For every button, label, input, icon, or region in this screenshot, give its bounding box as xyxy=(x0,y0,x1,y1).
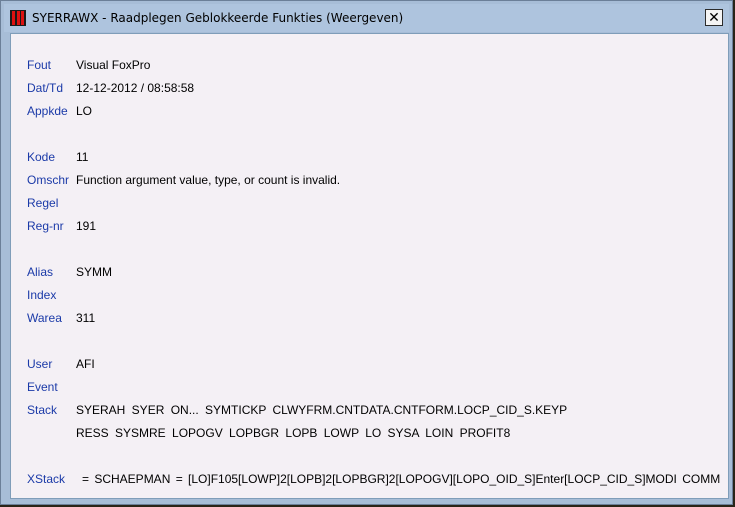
xstack-label: XStack xyxy=(27,472,66,486)
dattd-label: Dat/Td xyxy=(27,81,64,95)
stack-value-line2: RESS SYSMRE LOPOGV LOPBGR LOPB LOWP LO S… xyxy=(76,426,511,440)
close-button[interactable]: ✕ xyxy=(705,9,723,26)
regnr-label: Reg-nr xyxy=(27,219,64,233)
event-label: Event xyxy=(27,380,58,394)
fout-label: Fout xyxy=(27,58,52,72)
alias-value: SYMM xyxy=(76,265,112,279)
window-title: SYERRAWX - Raadplegen Geblokkeerde Funkt… xyxy=(32,11,404,25)
regel-label: Regel xyxy=(27,196,59,210)
kode-value: 11 xyxy=(76,150,89,164)
user-label: User xyxy=(27,357,53,371)
appkde-value: LO xyxy=(76,104,93,118)
app-icon xyxy=(10,10,26,26)
field-xstack: XStack = SCHAEPMAN = [LO]F105[LOWP]2[LOP… xyxy=(27,472,720,486)
omschr-label: Omschr xyxy=(27,173,69,187)
stack-label: Stack xyxy=(27,403,58,417)
error-dialog-window: SYERRAWX - Raadplegen Geblokkeerde Funkt… xyxy=(0,0,733,505)
stack-value-line1: SYERAH SYER ON... SYMTICKP CLWYFRM.CNTDA… xyxy=(76,403,568,417)
warea-label: Warea xyxy=(27,311,62,325)
omschr-value: Function argument value, type, or count … xyxy=(76,173,341,187)
fout-value: Visual FoxPro xyxy=(76,58,151,72)
alias-label: Alias xyxy=(27,265,54,279)
kode-label: Kode xyxy=(27,150,56,164)
index-label: Index xyxy=(27,288,57,302)
regnr-value: 191 xyxy=(76,219,97,233)
title-bar[interactable]: SYERRAWX - Raadplegen Geblokkeerde Funkt… xyxy=(4,4,729,32)
error-details-panel: Fout Visual FoxPro Dat/Td 12-12-2012 / 0… xyxy=(10,33,729,499)
user-value: AFI xyxy=(76,357,95,371)
appkde-label: Appkde xyxy=(27,104,68,118)
warea-value: 311 xyxy=(76,311,96,325)
dattd-value: 12-12-2012 / 08:58:58 xyxy=(76,81,195,95)
xstack-value: = SCHAEPMAN = [LO]F105[LOWP]2[LOPB]2[LOP… xyxy=(82,472,721,486)
